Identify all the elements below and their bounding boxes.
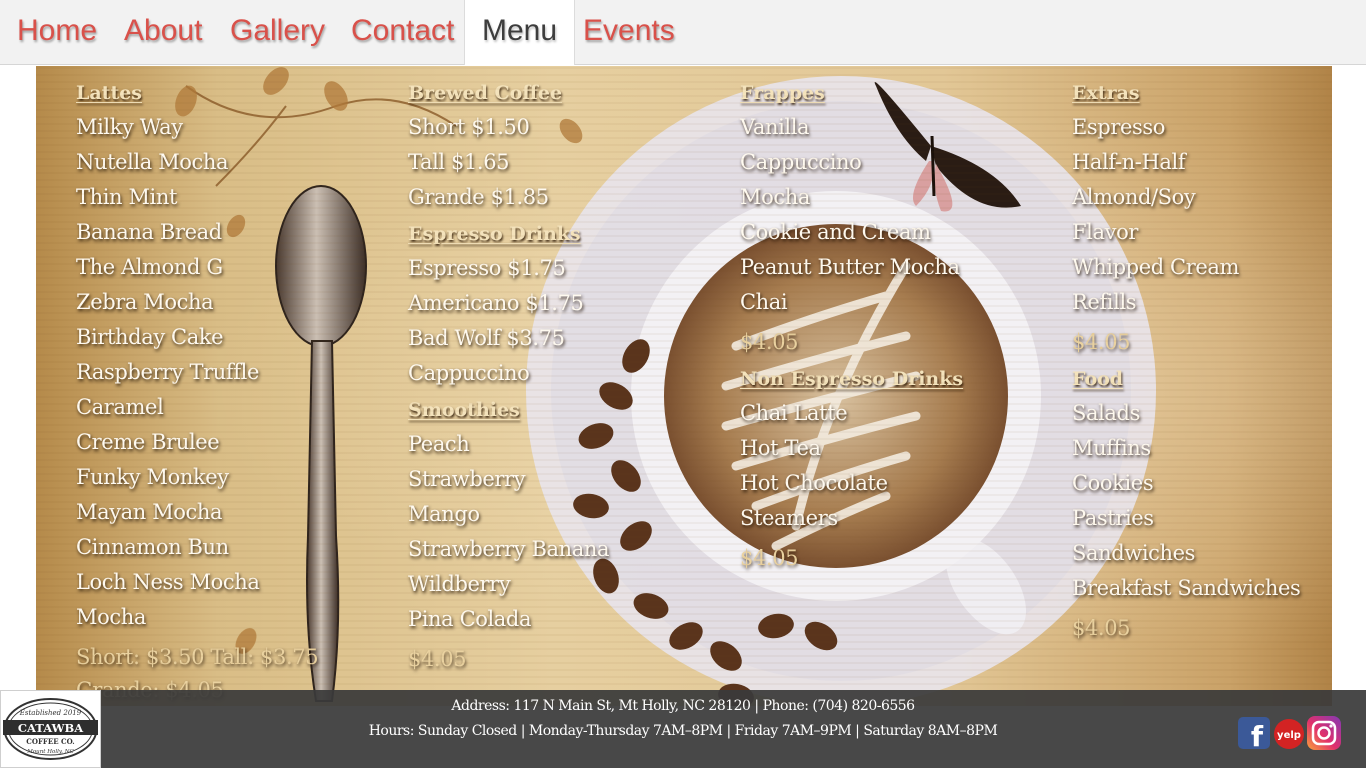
menu-item: The Almond G [76,255,223,279]
section-heading-non-espresso-drinks: Non Espresso Drinks [740,368,964,390]
menu-item: Chai Latte [740,401,848,425]
menu-item: Pina Colada [408,607,532,631]
menu-item: Zebra Mocha [76,290,214,314]
menu-item: Thin Mint [76,185,178,209]
menu-item: Mayan Mocha [76,500,223,524]
nav-about[interactable]: About [124,0,202,65]
footer-address: Address: 117 N Main St, Mt Holly, NC 281… [451,698,915,714]
site-footer: Established 2019 CATAWBA COFFEE CO. Moun… [0,690,1366,768]
menu-item: Whipped Cream [1072,255,1240,279]
logo-location: Mount Holly, NC [26,749,74,755]
menu-item: Hot Chocolate [740,471,888,495]
menu-item: Cappuccino [408,361,530,385]
menu-item: Grande $1.85 [408,185,549,209]
facebook-icon[interactable]: f [1238,714,1274,753]
top-navigation: Home About Gallery Contact Menu Events [0,0,1366,65]
menu-item: Chai [740,290,788,314]
section-heading-lattes: Lattes [76,82,143,104]
menu-item: Half-n-Half [1072,150,1186,174]
menu-column-lattes: Lattes Milky Way Nutella Mocha Thin Mint… [76,74,319,706]
menu-item: Banana Bread [76,220,222,244]
section-heading-espresso-drinks: Espresso Drinks [408,223,581,245]
menu-item: Cappuccino [740,150,862,174]
nav-menu[interactable]: Menu [464,0,576,65]
menu-item: Raspberry Truffle [76,360,259,384]
menu-item: Funky Monkey [76,465,229,489]
menu-item: Cookie and Cream [740,220,931,244]
menu-column-frappes: Frappes Vanilla Cappuccino Mocha Cookie … [740,74,963,576]
menu-item: Pastries [1072,506,1154,530]
menu-item: Refills [1072,290,1137,314]
menu-item: Almond/Soy [1072,185,1196,209]
menu-item: Peach [408,432,470,456]
menu-item: Cookies [1072,471,1154,495]
price-label: $4.05 [740,546,799,570]
menu-board: Lattes Milky Way Nutella Mocha Thin Mint… [36,66,1332,706]
facebook-label: f [1251,720,1264,752]
menu-item: Nutella Mocha [76,150,229,174]
menu-item: Muffins [1072,436,1151,460]
nav-contact[interactable]: Contact [351,0,454,65]
nav-events[interactable]: Events [583,0,675,65]
menu-item: Strawberry Banana [408,537,610,561]
menu-item: Mango [408,502,480,526]
menu-item: Breakfast Sandwiches [1072,576,1301,600]
instagram-icon[interactable] [1306,714,1342,752]
menu-item: Flavor [1072,220,1138,244]
menu-item: Steamers [740,506,838,530]
nav-gallery[interactable]: Gallery [230,0,325,65]
menu-item: Espresso $1.75 [408,256,566,280]
menu-item: Salads [1072,401,1140,425]
price-label: $4.05 [740,330,799,354]
menu-column-extras: Extras Espresso Half-n-Half Almond/Soy F… [1072,74,1301,646]
menu-item: Loch Ness Mocha [76,570,260,594]
section-heading-extras: Extras [1072,82,1140,104]
section-heading-smoothies: Smoothies [408,399,520,421]
menu-item: Hot Tea [740,436,821,460]
menu-item: Peanut Butter Mocha [740,255,960,279]
menu-item: Tall $1.65 [408,150,510,174]
price-label: $4.05 [1072,330,1131,354]
menu-item: Short $1.50 [408,115,530,139]
price-label: Short: $3.50 Tall: $3.75 [76,645,319,669]
menu-item: Sandwiches [1072,541,1196,565]
price-label: $4.05 [408,647,467,671]
menu-column-coffee: Brewed Coffee Short $1.50 Tall $1.65 Gra… [408,74,609,677]
menu-item: Mocha [740,185,810,209]
menu-item: Americano $1.75 [408,291,584,315]
menu-item: Cinnamon Bun [76,535,229,559]
footer-hours: Hours: Sunday Closed | Monday-Thursday 7… [368,723,998,739]
menu-item: Birthday Cake [76,325,224,349]
menu-item: Milky Way [76,115,183,139]
menu-item: Caramel [76,395,164,419]
nav-home[interactable]: Home [17,0,97,65]
yelp-icon[interactable]: yelp [1272,714,1308,752]
menu-item: Bad Wolf $3.75 [408,326,565,350]
section-heading-food: Food [1072,368,1124,390]
menu-item: Vanilla [740,115,810,139]
menu-item: Creme Brulee [76,430,220,454]
yelp-label: yelp [1277,730,1301,741]
menu-item: Mocha [76,605,146,629]
section-heading-frappes: Frappes [740,82,825,104]
menu-item: Espresso [1072,115,1166,139]
section-heading-brewed-coffee: Brewed Coffee [408,82,563,104]
price-label: $4.05 [1072,616,1131,640]
menu-item: Wildberry [408,572,511,596]
menu-item: Strawberry [408,467,526,491]
